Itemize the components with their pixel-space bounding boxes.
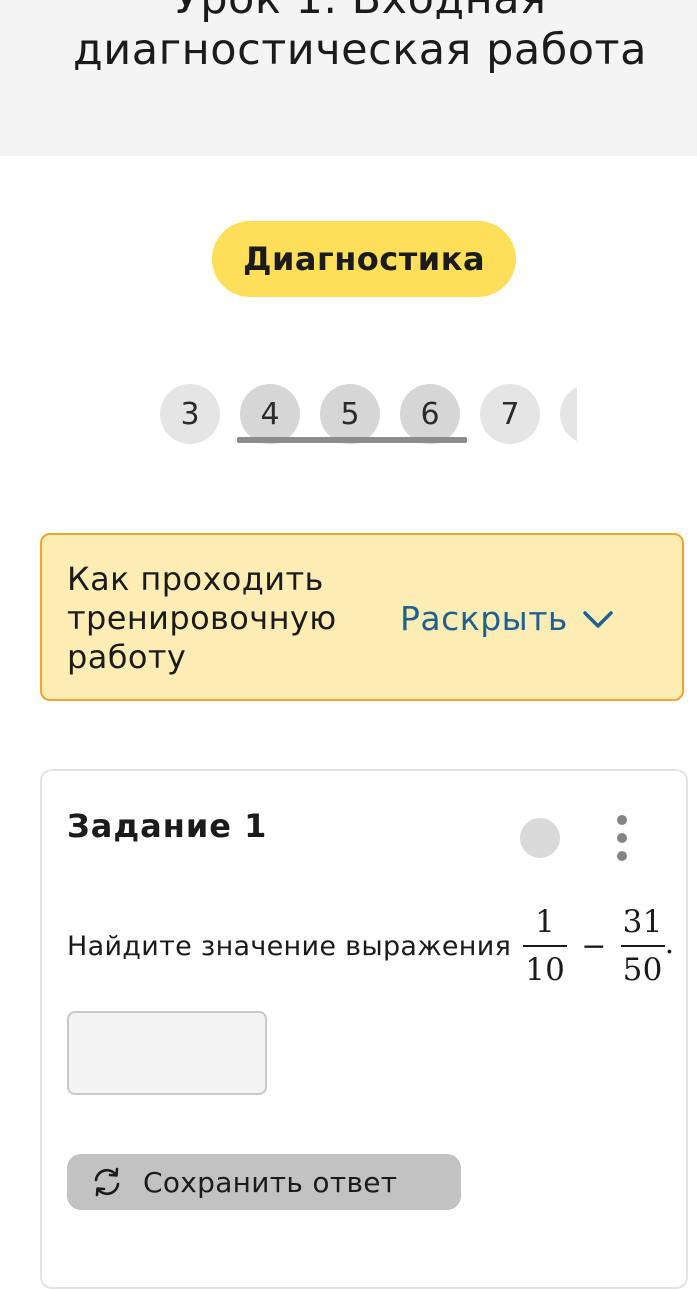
expand-button[interactable]: Раскрыть (400, 599, 614, 638)
page-button-5[interactable]: 5 (320, 384, 380, 444)
fraction-2-denominator: 50 (622, 952, 663, 988)
task-title: Задание 1 (67, 807, 268, 845)
page-button-4[interactable]: 4 (240, 384, 300, 444)
howto-panel: Как проходить тренировочную работу Раскр… (40, 533, 684, 701)
chevron-down-icon (582, 599, 614, 638)
more-menu-icon[interactable] (610, 815, 634, 861)
page-button-6[interactable]: 6 (400, 384, 460, 444)
math-expression: 1 10 − 31 50 . (523, 903, 674, 989)
fraction-2: 31 50 (620, 903, 665, 989)
page-button-partial[interactable] (560, 384, 577, 444)
status-indicator (520, 818, 560, 858)
expand-label: Раскрыть (400, 599, 568, 638)
fraction-1-numerator: 1 (535, 904, 556, 940)
expression-end: . (664, 926, 675, 961)
refresh-icon (87, 1162, 127, 1202)
answer-input[interactable] (67, 1011, 267, 1095)
header-band: Урок 1. Входная диагностическая работа (0, 0, 697, 156)
save-answer-button[interactable]: Сохранить ответ (67, 1154, 461, 1210)
pager-scrollbar[interactable] (237, 437, 467, 443)
page-button-3[interactable]: 3 (160, 384, 220, 444)
page-button-7[interactable]: 7 (480, 384, 540, 444)
task-question: Найдите значение выражения 1 10 − 31 50 … (67, 903, 675, 989)
howto-text: Как проходить тренировочную работу (67, 560, 337, 676)
diagnostics-badge[interactable]: Диагностика (212, 221, 516, 297)
fraction-1: 1 10 (523, 903, 568, 989)
save-answer-label: Сохранить ответ (143, 1165, 398, 1199)
question-text: Найдите значение выражения (67, 930, 512, 962)
fraction-1-denominator: 10 (525, 952, 566, 988)
minus-sign: − (581, 928, 607, 964)
fraction-2-numerator: 31 (622, 904, 663, 940)
lesson-title: Урок 1. Входная диагностическая работа (73, 0, 647, 75)
task-card: Задание 1 Найдите значение выражения 1 1… (40, 769, 688, 1289)
